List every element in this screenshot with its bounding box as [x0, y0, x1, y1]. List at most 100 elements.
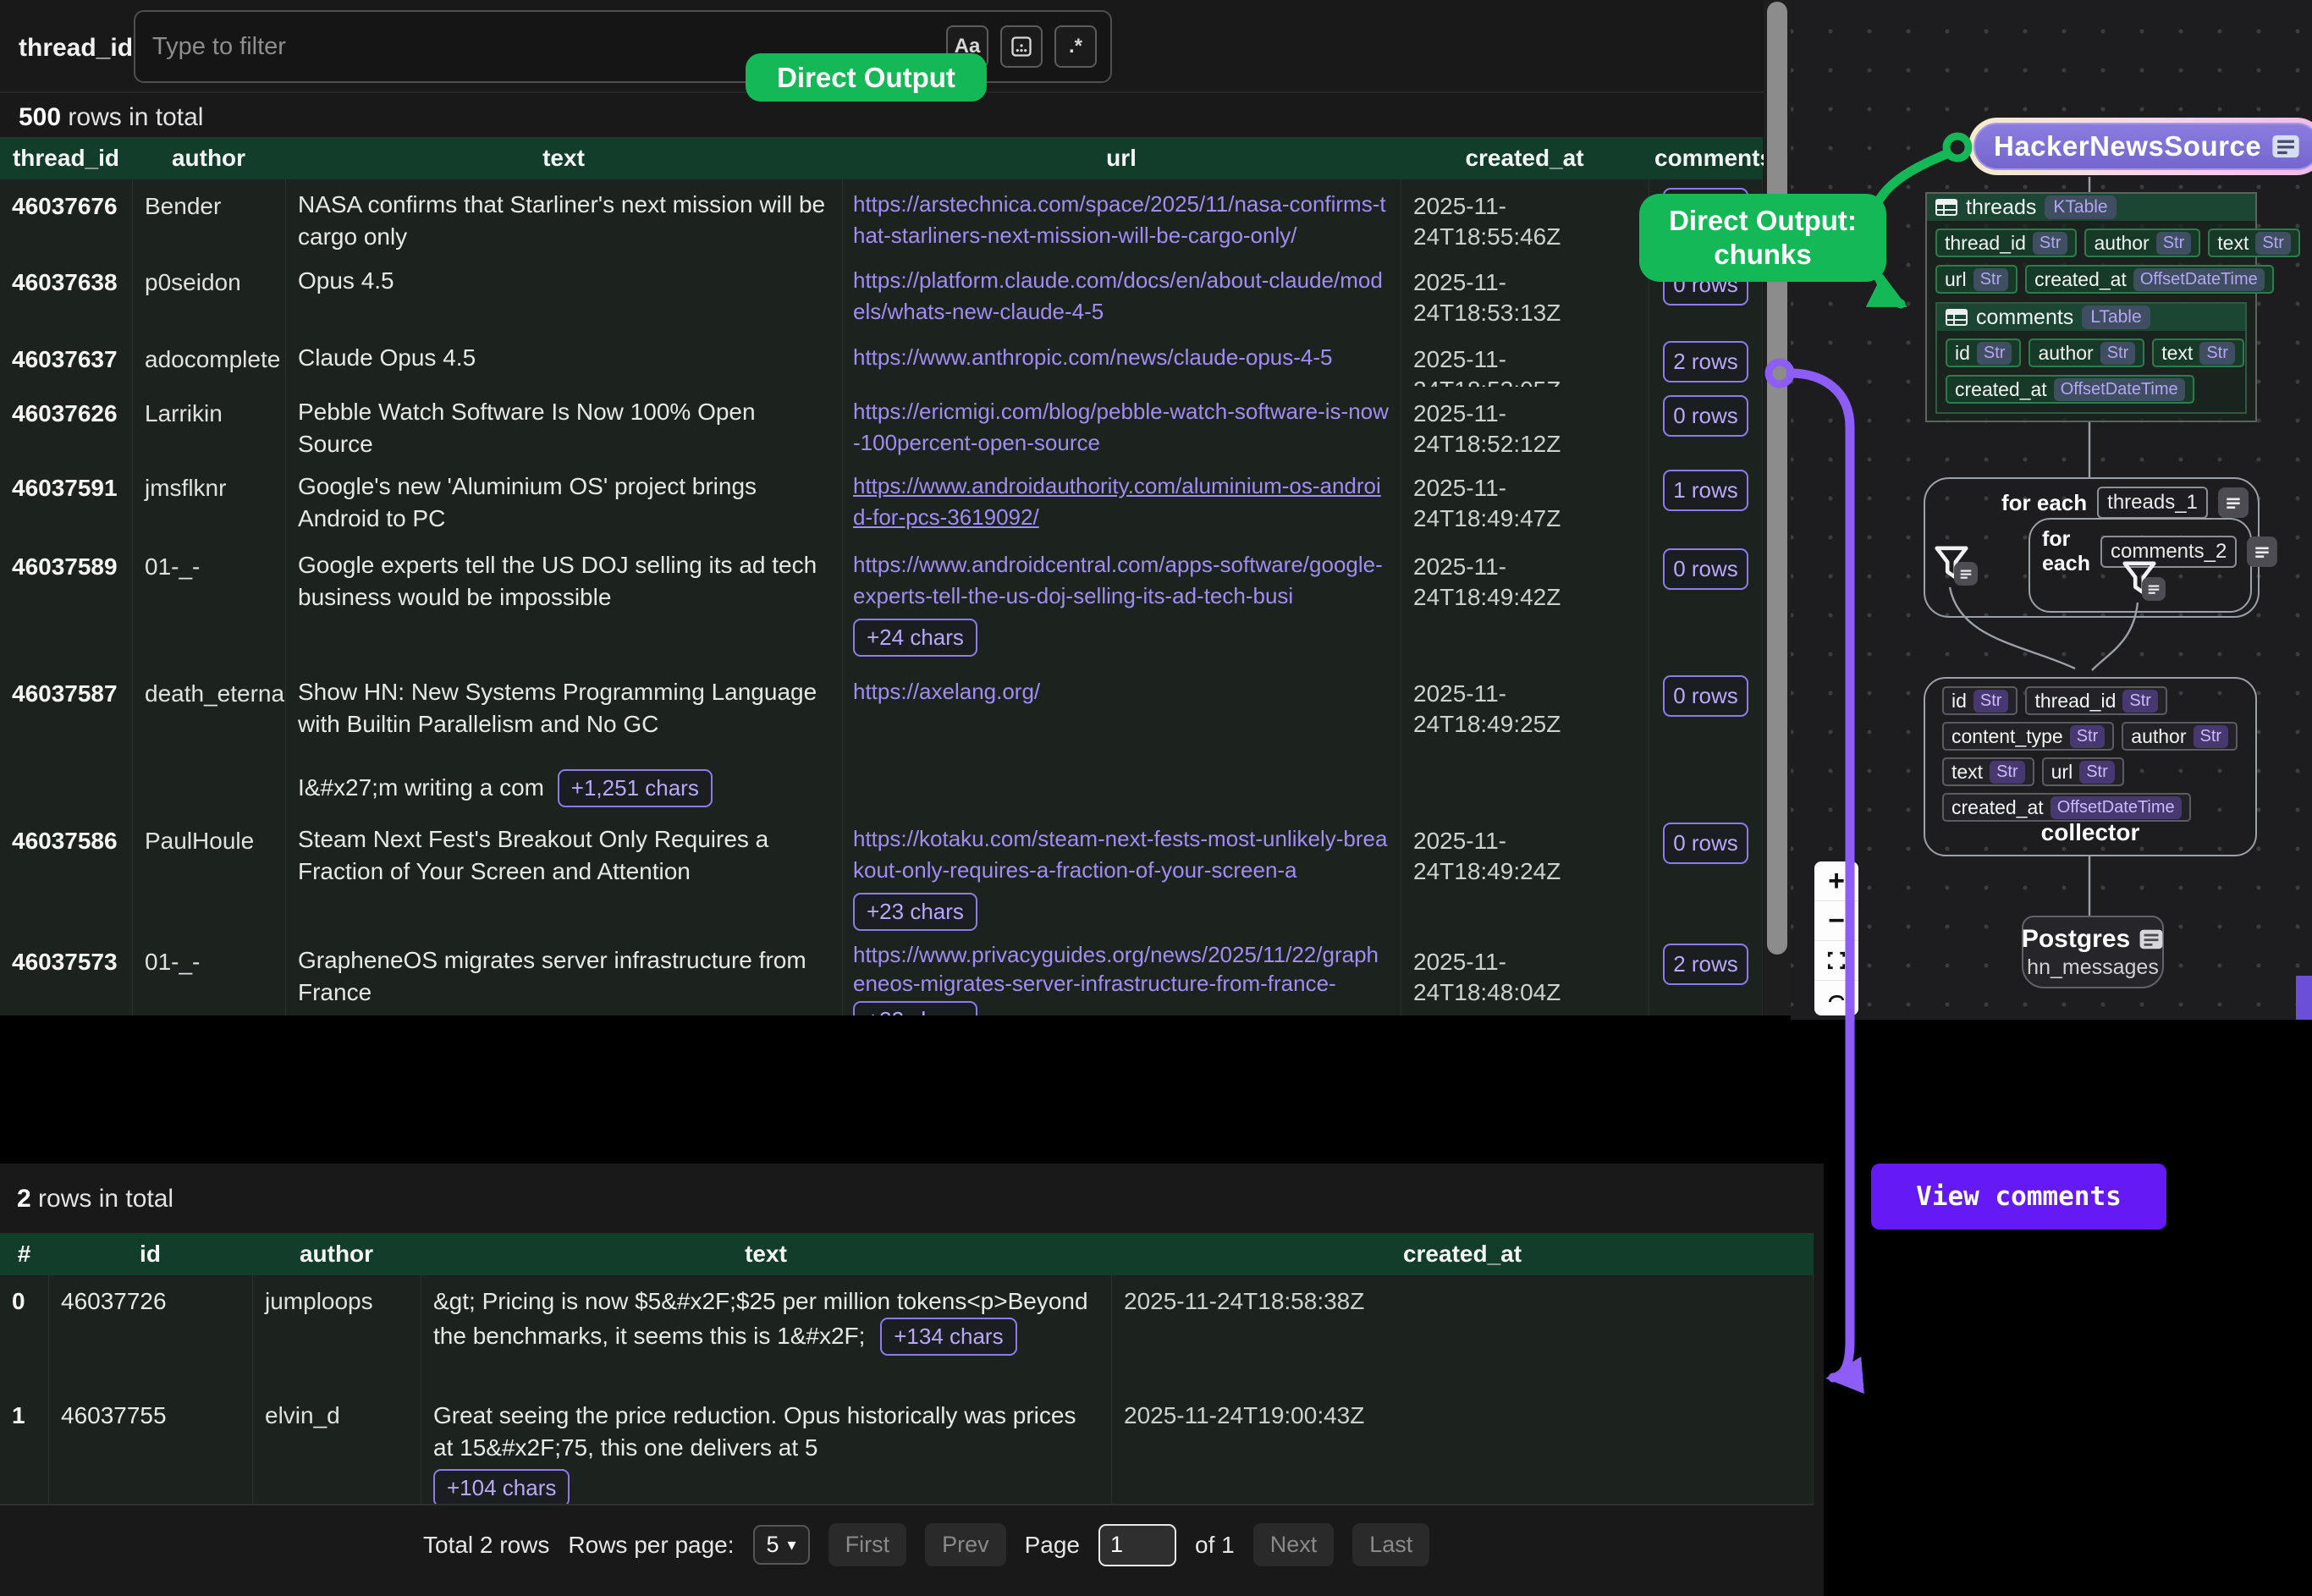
- fit-view-button[interactable]: [1814, 941, 1858, 981]
- scrollbar-thumb[interactable]: [1767, 2, 1787, 955]
- comments-rows-button[interactable]: 0 rows: [1663, 675, 1748, 717]
- url-link[interactable]: https://ericmigi.com/blog/pebble-watch-s…: [853, 396, 1390, 459]
- note-icon[interactable]: [2247, 537, 2277, 567]
- first-page-button[interactable]: First: [828, 1523, 906, 1566]
- more-chars-button[interactable]: +134 chars: [880, 1318, 1016, 1356]
- cell-text: NASA confirms that Starliner's next miss…: [285, 179, 842, 256]
- comments-rows-button[interactable]: 2 rows: [1663, 944, 1748, 985]
- source-node-hackernews[interactable]: HackerNewsSource: [1968, 118, 2312, 175]
- comments-rows-button[interactable]: 1 rows: [1663, 470, 1748, 511]
- collector-node[interactable]: idStr thread_idStr content_typeStr autho…: [1924, 677, 2257, 856]
- cell-author: PaulHoule: [132, 814, 285, 935]
- cell-author: jumploops: [252, 1275, 421, 1390]
- col-header-author[interactable]: author: [132, 137, 285, 179]
- cell-comments: 0 rows: [1649, 387, 1763, 461]
- zoom-out-button[interactable]: −: [1814, 901, 1858, 941]
- cell-created-at: 2025-11-24T18:49:25Z: [1401, 667, 1649, 814]
- url-link[interactable]: https://kotaku.com/steam-next-fests-most…: [853, 823, 1390, 886]
- url-link[interactable]: https://platform.claude.com/docs/en/abou…: [853, 265, 1390, 327]
- pagination-total: Total 2 rows: [423, 1532, 549, 1559]
- cell-url: https://www.privacyguides.org/news/2025/…: [842, 935, 1401, 1015]
- comments-rows-button[interactable]: 0 rows: [1663, 395, 1748, 437]
- cell-created-at: 2025-11-24T18:58:38Z: [1111, 1275, 1814, 1390]
- url-link[interactable]: https://www.androidauthority.com/alumini…: [853, 471, 1390, 533]
- table-row: 0 46037726 jumploops &gt; Pricing is now…: [0, 1275, 1814, 1391]
- url-link[interactable]: https://www.anthropic.com/news/claude-op…: [853, 342, 1390, 373]
- chevron-down-icon: ▾: [788, 1534, 796, 1555]
- more-chars-button[interactable]: +104 chars: [433, 1469, 570, 1504]
- foreach-threads-var[interactable]: threads_1: [2097, 487, 2208, 519]
- field-chip: urlStr: [1935, 265, 2017, 294]
- cell-author: Bender: [132, 179, 285, 256]
- postgres-node[interactable]: Postgres hn_messages: [2022, 916, 2164, 988]
- schema-comments: comments LTable idStr authorStr textStr …: [1935, 302, 2247, 414]
- cell-created-at: 2025-11-24T19:00:43Z: [1111, 1390, 1814, 1504]
- page-number-input[interactable]: [1098, 1524, 1176, 1566]
- cell-created-at: 2025-11-24T18:55:46Z: [1401, 179, 1649, 256]
- cell-text: Google experts tell the US DOJ selling i…: [285, 540, 842, 667]
- rows-per-page-select[interactable]: 5 ▾: [753, 1525, 810, 1565]
- more-chars-button[interactable]: +24 chars: [853, 619, 977, 657]
- url-link[interactable]: https://www.privacyguides.org/news/2025/…: [853, 940, 1390, 998]
- extra-control-button[interactable]: [1814, 981, 1858, 1015]
- cell-created-at: 2025-11-24T18:53:13Z: [1401, 256, 1649, 333]
- filter-funnel-icon[interactable]: [1932, 543, 1991, 594]
- top-table-header: thread_id author text url created_at com…: [0, 137, 1763, 179]
- col-header-comments[interactable]: comments: [1649, 137, 1769, 179]
- foreach-label: for each: [2042, 527, 2090, 576]
- more-chars-button[interactable]: +23 chars: [853, 893, 977, 931]
- col-header-id[interactable]: id: [48, 1233, 252, 1275]
- col-header-author[interactable]: author: [252, 1233, 421, 1275]
- cell-thread-id: 46037637: [0, 333, 132, 387]
- cell-author: adocomplete: [132, 333, 285, 387]
- comments-result-panel: 2 rows in total # id author text created…: [0, 1164, 1824, 1596]
- cell-id: 46037726: [48, 1275, 252, 1390]
- field-chip: created_atOffsetDateTime: [1942, 793, 2191, 822]
- table-row: 46037676 Bender NASA confirms that Starl…: [0, 179, 1763, 257]
- col-header-text[interactable]: text: [421, 1233, 1111, 1275]
- note-icon[interactable]: [1954, 562, 1978, 586]
- cell-text: Pebble Watch Software Is Now 100% Open S…: [285, 387, 842, 461]
- field-chip: idStr: [1942, 686, 2017, 715]
- col-header-url[interactable]: url: [842, 137, 1401, 179]
- url-link[interactable]: https://arstechnica.com/space/2025/11/na…: [853, 189, 1390, 251]
- postgres-table-name: hn_messages: [2027, 955, 2159, 980]
- whole-word-icon[interactable]: [1000, 25, 1043, 68]
- col-header-thread-id[interactable]: thread_id: [0, 137, 132, 179]
- cell-author: death_eternal: [132, 667, 285, 814]
- col-header-created-at[interactable]: created_at: [1401, 137, 1649, 179]
- field-chip: authorStr: [2084, 228, 2200, 257]
- note-icon[interactable]: [2142, 577, 2166, 601]
- schema-threads[interactable]: threads KTable thread_idStr authorStr te…: [1925, 192, 2257, 422]
- url-link[interactable]: https://axelang.org/: [853, 676, 1390, 707]
- view-comments-button[interactable]: View comments: [1871, 1164, 2166, 1230]
- prev-page-button[interactable]: Prev: [925, 1523, 1006, 1566]
- more-chars-button[interactable]: +32 chars: [853, 1001, 977, 1015]
- last-page-button[interactable]: Last: [1352, 1523, 1429, 1566]
- note-icon[interactable]: [2218, 487, 2249, 518]
- direct-output-chunks-badge: Direct Output: chunks: [1639, 194, 1886, 282]
- cell-created-at: 2025-11-24T18:49:42Z: [1401, 540, 1649, 667]
- col-header-text[interactable]: text: [285, 137, 842, 179]
- url-link[interactable]: https://www.androidcentral.com/apps-soft…: [853, 549, 1390, 612]
- cell-text: Great seeing the price reduction. Opus h…: [421, 1390, 1111, 1504]
- more-chars-button[interactable]: +1,251 chars: [558, 769, 713, 807]
- filter-funnel-icon[interactable]: [2120, 559, 2179, 609]
- regex-icon[interactable]: .*: [1054, 25, 1097, 68]
- cell-created-at: 2025-11-24T18:49:47Z: [1401, 461, 1649, 540]
- comments-rows-button[interactable]: 2 rows: [1663, 341, 1748, 382]
- col-header-created-at[interactable]: created_at: [1111, 1233, 1814, 1275]
- cell-url: https://www.anthropic.com/news/claude-op…: [842, 333, 1401, 387]
- zoom-in-button[interactable]: +: [1814, 861, 1858, 901]
- comments-type-badge: LTable: [2082, 305, 2150, 329]
- field-chip: thread_idStr: [1935, 228, 2077, 257]
- filter-column-label: thread_id: [19, 34, 133, 63]
- col-header-index[interactable]: #: [0, 1233, 48, 1275]
- comments-rows-button[interactable]: 0 rows: [1663, 823, 1748, 864]
- collector-label: collector: [1925, 819, 2255, 846]
- cell-thread-id: 46037591: [0, 461, 132, 540]
- table-row: 46037626 Larrikin Pebble Watch Software …: [0, 387, 1763, 463]
- next-page-button[interactable]: Next: [1253, 1523, 1335, 1566]
- comments-rows-button[interactable]: 0 rows: [1663, 548, 1748, 590]
- table-row: 1 46037755 elvin_d Great seeing the pric…: [0, 1390, 1814, 1505]
